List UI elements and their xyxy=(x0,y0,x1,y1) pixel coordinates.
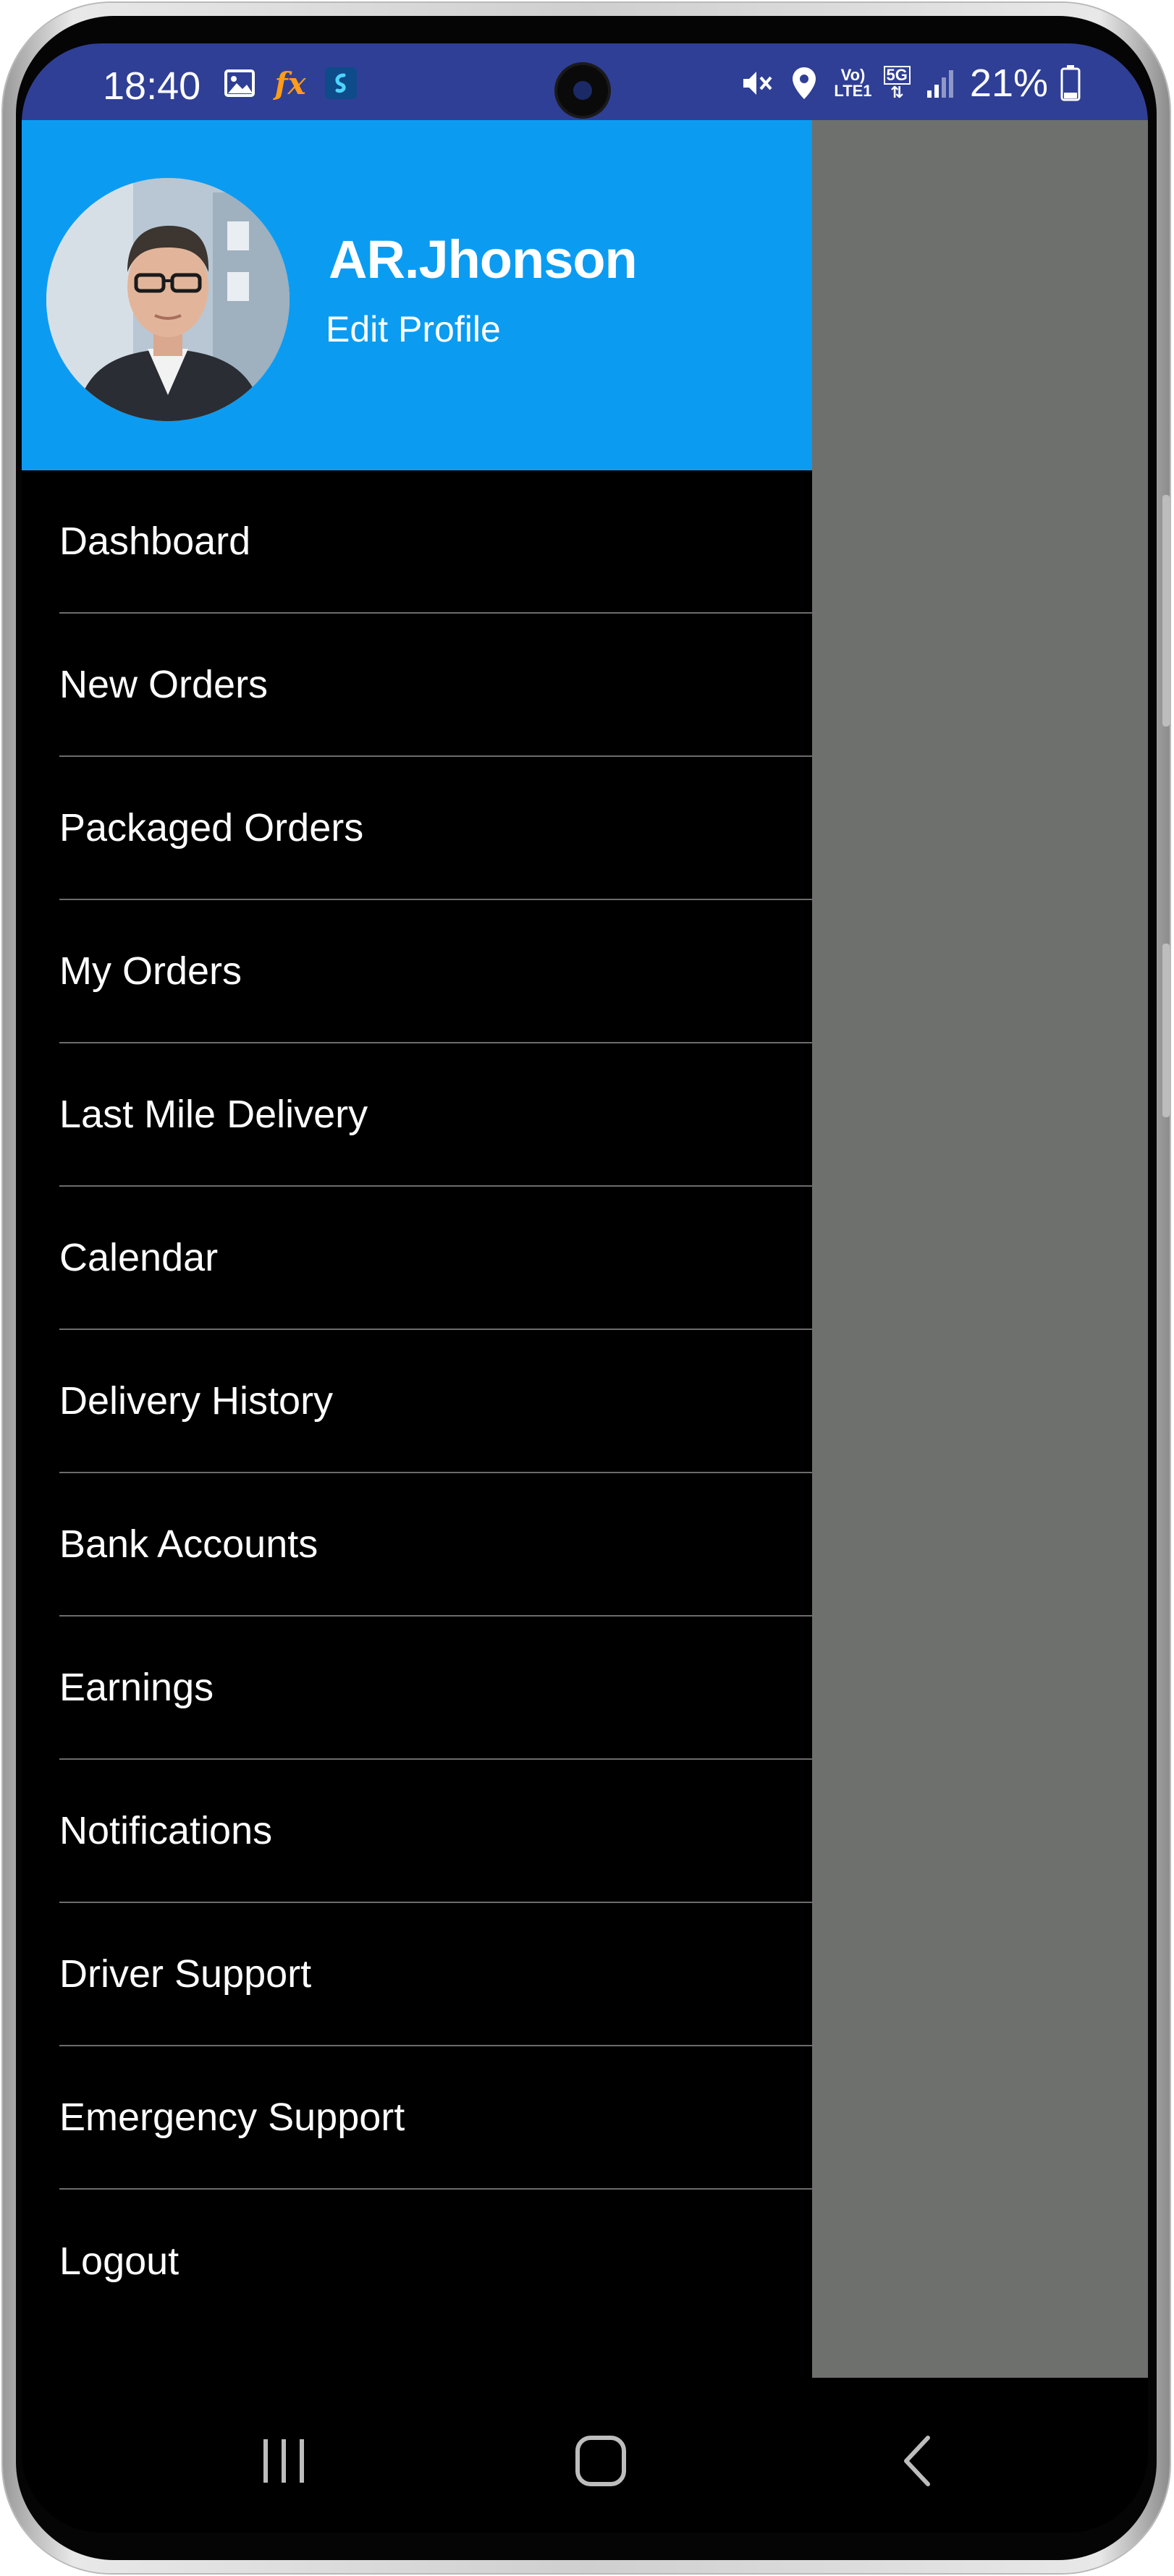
home-button[interactable] xyxy=(557,2421,644,2501)
fx-label: fx xyxy=(274,65,306,101)
system-icons: Vo) LTE1 5G ⇅ 21% xyxy=(738,61,1081,106)
drawer-scrim[interactable] xyxy=(812,120,1148,2378)
battery-percent: 21% xyxy=(969,62,1048,105)
battery-icon xyxy=(1060,65,1081,101)
fx-app-icon: fx xyxy=(272,65,308,101)
lte-label: LTE1 xyxy=(834,82,872,100)
network-5g: 5G ⇅ xyxy=(883,66,911,101)
status-time: 18:40 xyxy=(103,64,201,108)
volte-label: Vo) xyxy=(840,66,866,84)
menu-item-calendar[interactable]: Calendar xyxy=(59,1187,812,1330)
system-nav-bar xyxy=(22,2378,1148,2533)
shazam-icon xyxy=(323,65,359,101)
drawer-header: AR.Jhonson Edit Profile xyxy=(22,120,812,470)
edit-profile-link[interactable]: Edit Profile xyxy=(326,308,501,350)
avatar[interactable] xyxy=(46,178,290,421)
back-icon xyxy=(904,2436,930,2486)
menu-item-bank-accounts[interactable]: Bank Accounts xyxy=(59,1473,812,1617)
drawer-menu: Dashboard New Orders Packaged Orders My … xyxy=(22,470,812,2333)
menu-item-my-orders[interactable]: My Orders xyxy=(59,900,812,1043)
power-button xyxy=(1162,944,1170,1117)
menu-item-notifications[interactable]: Notifications xyxy=(59,1760,812,1903)
menu-item-last-mile-delivery[interactable]: Last Mile Delivery xyxy=(59,1043,812,1187)
volume-button xyxy=(1162,495,1170,726)
menu-item-new-orders[interactable]: New Orders xyxy=(59,614,812,757)
status-bar: 18:40 fx Vo) LTE1 5G ⇅ 21% xyxy=(22,43,1148,120)
menu-item-logout[interactable]: Logout xyxy=(59,2190,812,2333)
menu-item-emergency-support[interactable]: Emergency Support xyxy=(59,2046,812,2190)
menu-item-packaged-orders[interactable]: Packaged Orders xyxy=(59,757,812,900)
menu-item-earnings[interactable]: Earnings xyxy=(59,1617,812,1760)
menu-item-driver-support[interactable]: Driver Support xyxy=(59,1903,812,2046)
recent-apps-icon xyxy=(263,2439,304,2483)
recent-apps-button[interactable] xyxy=(240,2421,327,2501)
front-camera xyxy=(557,65,608,116)
profile-name: AR.Jhonson xyxy=(329,229,638,289)
navigation-drawer: AR.Jhonson Edit Profile Dashboard New Or… xyxy=(22,120,812,2378)
5g-label: 5G xyxy=(883,66,911,85)
screen: 18:40 fx Vo) LTE1 5G ⇅ 21% AR.Jhonson Ed… xyxy=(22,43,1148,2533)
data-arrows-icon: ⇅ xyxy=(890,83,904,101)
menu-item-delivery-history[interactable]: Delivery History xyxy=(59,1330,812,1473)
network-volte: Vo) LTE1 xyxy=(834,67,871,99)
menu-item-dashboard[interactable]: Dashboard xyxy=(59,470,812,614)
location-pin-icon xyxy=(786,65,822,101)
home-icon xyxy=(575,2436,626,2486)
vibrate-mute-icon xyxy=(738,65,774,101)
back-button[interactable] xyxy=(876,2421,963,2501)
signal-bars-icon xyxy=(922,65,958,101)
notification-icons: fx xyxy=(221,65,359,101)
image-icon xyxy=(221,65,258,101)
